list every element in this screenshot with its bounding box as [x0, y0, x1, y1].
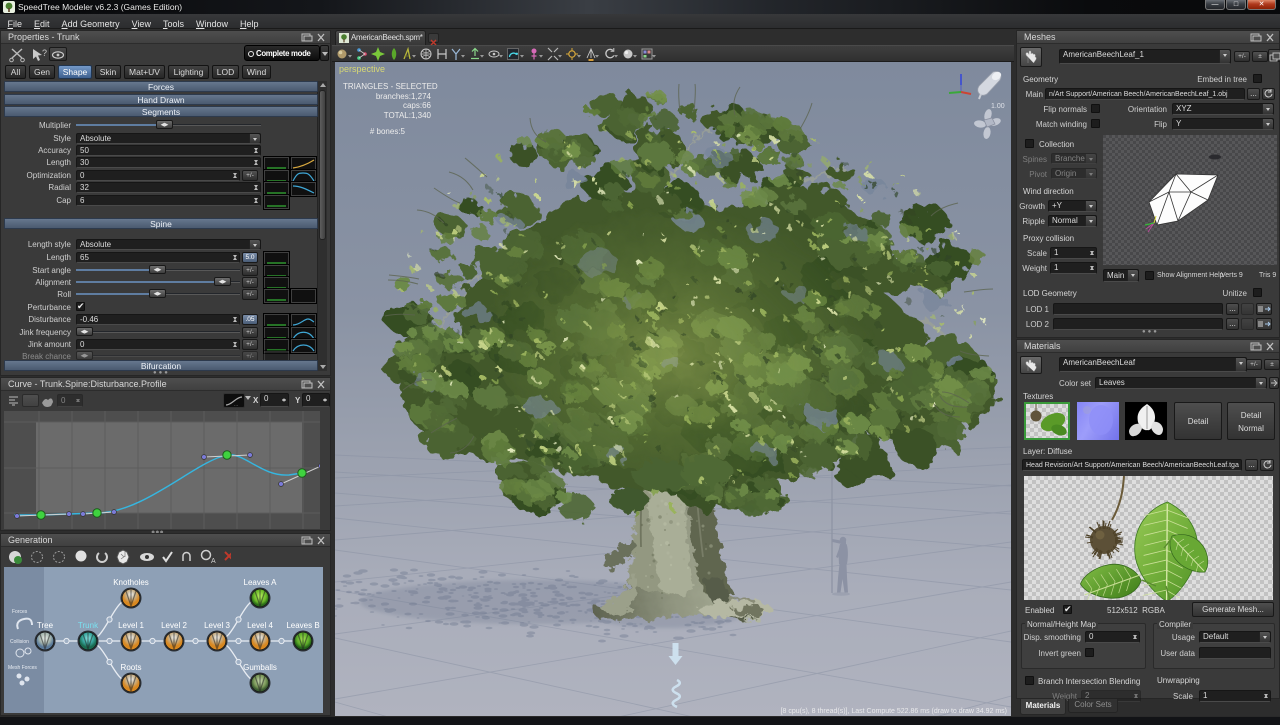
svg-text:Level 3: Level 3	[204, 621, 230, 630]
svg-text:Gumballs: Gumballs	[243, 663, 277, 672]
svg-text:Level 4: Level 4	[247, 621, 273, 630]
svg-text:Leaves A: Leaves A	[244, 578, 278, 587]
svg-text:Level 1: Level 1	[118, 621, 144, 630]
svg-text:Tree: Tree	[37, 621, 54, 630]
svg-text:Knotholes: Knotholes	[113, 578, 149, 587]
svg-text:Trunk: Trunk	[78, 621, 99, 630]
svg-text:A: A	[211, 558, 216, 565]
svg-text:Level 2: Level 2	[161, 621, 187, 630]
svg-text:Roots: Roots	[121, 663, 142, 672]
svg-text:Leaves B: Leaves B	[286, 621, 319, 630]
svg-text:?: ?	[42, 48, 47, 58]
svg-text:...: ...	[234, 402, 238, 407]
